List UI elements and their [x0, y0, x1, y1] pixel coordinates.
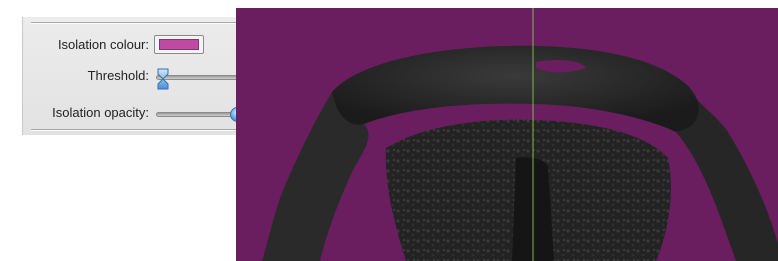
ct-slice-image — [262, 8, 778, 261]
hourglass-thumb-icon — [157, 68, 169, 90]
isolation-colour-well[interactable] — [154, 35, 204, 54]
image-slice-viewport[interactable] — [236, 8, 778, 261]
isolation-opacity-label: Isolation opacity: — [52, 105, 149, 120]
threshold-slider-thumb[interactable] — [157, 68, 169, 90]
isolation-colour-label: Isolation colour: — [57, 37, 149, 52]
threshold-label: Threshold: — [87, 68, 149, 83]
isolation-colour-swatch — [159, 39, 199, 50]
upper-tissue-arch — [328, 45, 700, 132]
